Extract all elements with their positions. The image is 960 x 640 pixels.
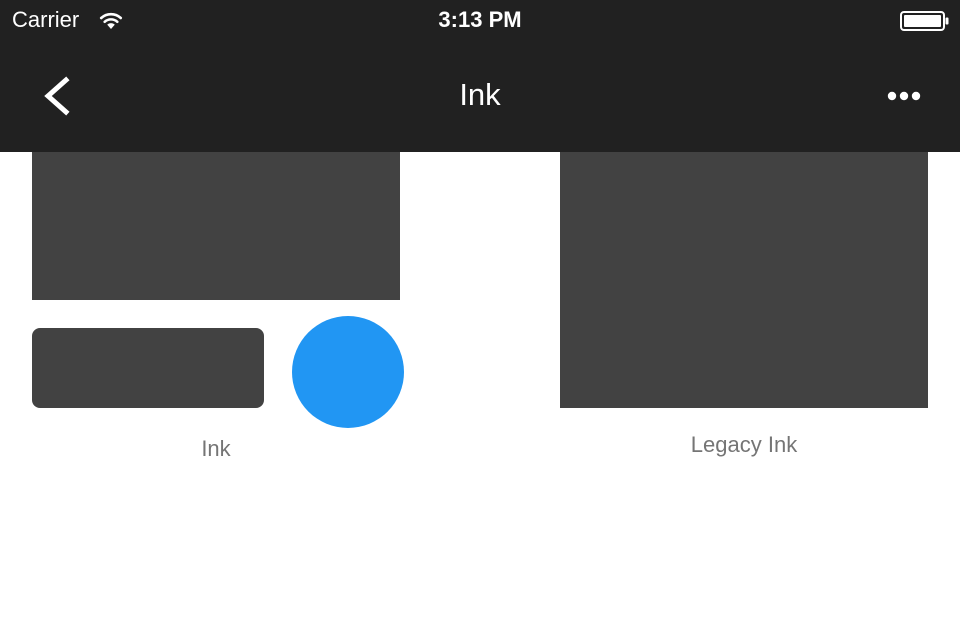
ink-rectangle-view[interactable] bbox=[32, 152, 400, 300]
ink-circle-button[interactable] bbox=[292, 316, 404, 428]
chevron-left-icon bbox=[44, 76, 70, 116]
back-button[interactable] bbox=[24, 66, 88, 126]
status-bar: Carrier 3:13 PM bbox=[0, 0, 960, 40]
ink-rounded-rectangle-view[interactable] bbox=[32, 328, 264, 408]
status-time: 3:13 PM bbox=[438, 7, 522, 32]
page-title: Ink bbox=[459, 77, 501, 112]
app-header: Carrier 3:13 PM Ink bbox=[0, 0, 960, 152]
wifi-icon bbox=[98, 10, 124, 30]
navigation-bar: Ink bbox=[0, 40, 960, 152]
ink-caption: Ink bbox=[201, 436, 231, 461]
legacy-ink-view[interactable] bbox=[560, 152, 928, 408]
battery-full-icon bbox=[900, 11, 950, 31]
more-options-button[interactable] bbox=[874, 76, 934, 116]
carrier-label: Carrier bbox=[12, 7, 80, 32]
legacy-ink-caption: Legacy Ink bbox=[690, 432, 798, 457]
more-horizontal-icon bbox=[887, 91, 921, 101]
